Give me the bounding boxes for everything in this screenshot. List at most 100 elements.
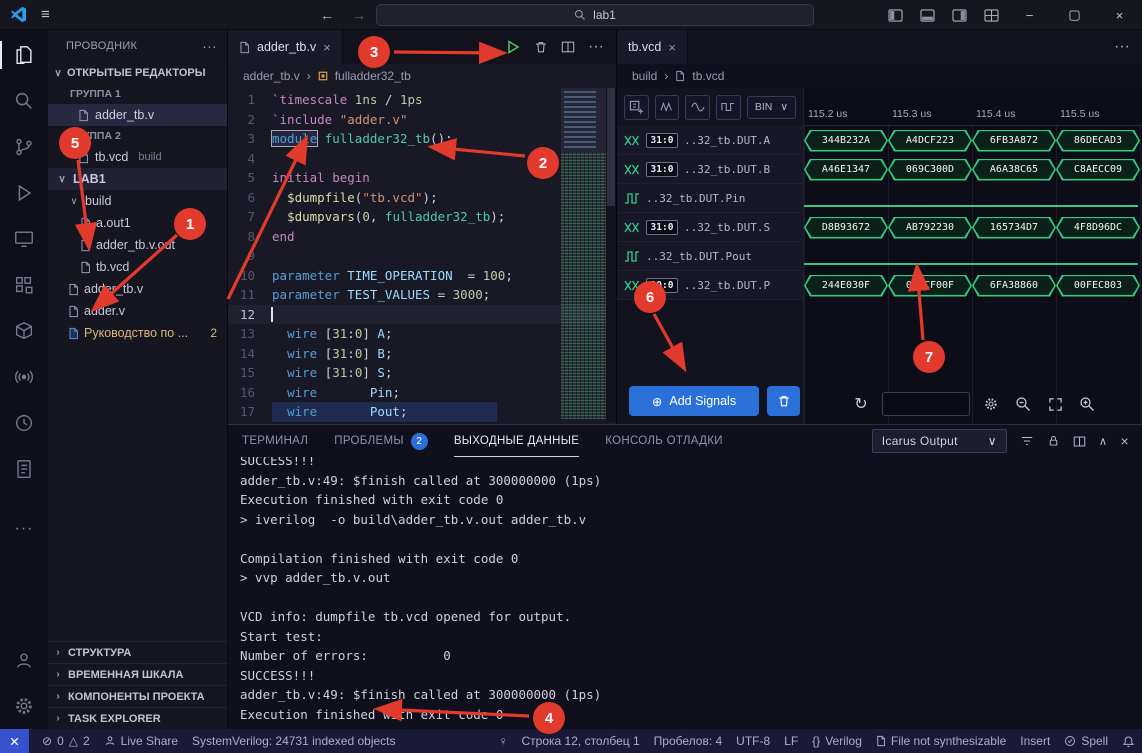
tree-item[interactable]: ∨build	[48, 190, 227, 212]
toggle-panel-icon[interactable]	[911, 0, 943, 30]
close-panel-icon[interactable]: ×	[1121, 433, 1129, 449]
breadcrumb[interactable]: adder_tb.v › fulladder32_tb	[228, 64, 616, 88]
signal-row[interactable]: 31:0..32_tb.DUT.B	[617, 155, 803, 184]
waveform-row[interactable]	[804, 242, 1142, 271]
tab-tb-vcd[interactable]: tb.vcd ×	[617, 30, 688, 64]
menu-hamburger-icon[interactable]: ≡	[41, 6, 50, 23]
panel-tab[interactable]: ТЕРМИНАЛ	[242, 425, 308, 457]
code-line[interactable]: 13 wire [31:0] A;	[228, 324, 616, 344]
code-line[interactable]: 6 $dumpfile("tb.vcd");	[228, 188, 616, 208]
notifications-bell-icon[interactable]	[1115, 729, 1142, 753]
code-line[interactable]: 14 wire [31:0] B;	[228, 344, 616, 364]
output-channel-select[interactable]: Icarus Output ∨	[872, 429, 1007, 453]
editor-more-actions-icon[interactable]: ···	[588, 38, 604, 56]
breadcrumb-symbol[interactable]: fulladder32_tb	[335, 69, 411, 83]
maximize-panel-chevron-icon[interactable]: ∧	[1099, 434, 1108, 448]
live-share-broadcast-icon[interactable]	[0, 354, 48, 400]
tree-item[interactable]: adder_tb.v.out	[48, 234, 227, 256]
run-button[interactable]	[505, 39, 521, 55]
nav-back-icon[interactable]: ←	[320, 7, 334, 23]
nav-forward-icon[interactable]: →	[352, 7, 366, 23]
cursor-position-status[interactable]: Строка 12, столбец 1	[515, 729, 647, 753]
sidebar-section-header[interactable]: ›СТРУКТУРА	[48, 641, 227, 663]
waveform-breadcrumb[interactable]: build › tb.vcd	[617, 64, 1142, 88]
zoom-fit-icon[interactable]	[1044, 393, 1066, 415]
notebook-report-icon[interactable]	[0, 446, 48, 492]
breadcrumb-folder[interactable]: build	[632, 69, 657, 83]
zoom-in-icon[interactable]	[1076, 393, 1098, 415]
account-icon[interactable]	[0, 637, 48, 683]
open-editors-header[interactable]: ∨ ОТКРЫТЫЕ РЕДАКТОРЫ	[48, 62, 227, 84]
ports-status[interactable]: ♀	[492, 729, 515, 753]
add-signal-group-icon[interactable]	[624, 95, 649, 120]
containers-icon[interactable]	[0, 308, 48, 354]
signal-row[interactable]: ..32_tb.DUT.Pin	[617, 184, 803, 213]
tab-close-icon[interactable]: ×	[668, 40, 676, 55]
history-icon[interactable]	[0, 400, 48, 446]
scrollbar-thumb[interactable]	[607, 88, 615, 206]
indentation-status[interactable]: Пробелов: 4	[647, 729, 730, 753]
output-console[interactable]: SUCCESS!!!adder_tb.v:49: $finish called …	[228, 457, 1142, 729]
code-line[interactable]: 16 wire Pin;	[228, 383, 616, 403]
code-line[interactable]: 8end	[228, 227, 616, 247]
indexer-status[interactable]: SystemVerilog: 24731 indexed objects	[185, 729, 402, 753]
problems-status[interactable]: ⊘ 0 △ 2	[35, 729, 97, 753]
panel-tab[interactable]: ВЫХОДНЫЕ ДАННЫЕ	[454, 425, 579, 457]
time-input[interactable]	[882, 392, 970, 416]
minimap-slider[interactable]	[561, 88, 606, 154]
square-wave-icon[interactable]	[716, 95, 741, 120]
code-line[interactable]: 15 wire [31:0] S;	[228, 363, 616, 383]
split-panel-icon[interactable]	[1073, 435, 1086, 448]
split-editor-icon[interactable]	[561, 40, 575, 54]
editor-scrollbar[interactable]	[606, 88, 616, 422]
breadcrumb-file[interactable]: adder_tb.v	[243, 69, 300, 83]
trash-icon[interactable]	[534, 40, 548, 54]
sidebar-section-header[interactable]: ›ВРЕМЕННАЯ ШКАЛА	[48, 663, 227, 685]
tree-item[interactable]: adder.v	[48, 300, 227, 322]
more-views-icon[interactable]: ···	[0, 506, 48, 552]
waveform-row[interactable]: 344B232AA4DCF2236FB3A87286DECAD3	[804, 126, 1142, 155]
remote-indicator[interactable]	[0, 729, 29, 753]
synthesis-status[interactable]: File not synthesizable	[869, 729, 1013, 753]
add-signals-button[interactable]: ⊕ Add Signals	[629, 386, 759, 416]
waveform-row[interactable]: 244E030F049CF00F6FA3886000FEC803	[804, 271, 1142, 300]
lock-scroll-icon[interactable]	[1047, 434, 1060, 448]
zoom-out-icon[interactable]	[1012, 393, 1034, 415]
waveform-row[interactable]: A46E1347069C300DA6A38C65C8AECC09	[804, 155, 1142, 184]
open-editor-item[interactable]: adder_tb.v	[48, 104, 227, 126]
run-debug-icon[interactable]	[0, 170, 48, 216]
code-line[interactable]: 4	[228, 149, 616, 169]
waveform-row[interactable]	[804, 184, 1142, 213]
reload-icon[interactable]: ↻	[850, 393, 872, 415]
explorer-icon[interactable]	[0, 32, 48, 78]
code-line[interactable]: 17 wire Pout;	[228, 402, 616, 422]
panel-tab[interactable]: КОНСОЛЬ ОТЛАДКИ	[605, 425, 723, 457]
tree-item[interactable]: tb.vcd	[48, 256, 227, 278]
window-minimize-button[interactable]: −	[1007, 0, 1052, 30]
radix-select[interactable]: BIN ∨	[747, 96, 796, 119]
sidebar-section-header[interactable]: ›КОМПОНЕНТЫ ПРОЕКТА	[48, 685, 227, 707]
extensions-icon[interactable]	[0, 262, 48, 308]
window-maximize-button[interactable]: ▢	[1052, 0, 1097, 30]
command-center-search[interactable]: lab1	[376, 4, 814, 26]
code-line[interactable]: 3module fulladder32_tb();	[228, 129, 616, 149]
window-close-button[interactable]: ×	[1097, 0, 1142, 30]
encoding-status[interactable]: UTF-8	[729, 729, 777, 753]
code-line[interactable]: 10parameter TIME_OPERATION = 100;	[228, 266, 616, 286]
sidebar-section-header[interactable]: ›TASK EXPLORER	[48, 707, 227, 729]
waveform-canvas[interactable]: 115.2 us115.3 us115.4 us115.5 us 344B232…	[804, 88, 1142, 424]
code-editor[interactable]: 1`timescale 1ns / 1ps2`include "adder.v"…	[228, 88, 616, 424]
code-line[interactable]: 7 $dumpvars(0, fulladder32_tb);	[228, 207, 616, 227]
live-share-status[interactable]: Live Share	[97, 729, 185, 753]
filter-output-icon[interactable]	[1020, 434, 1034, 448]
breadcrumb-file[interactable]: tb.vcd	[692, 69, 724, 83]
code-line[interactable]: 11parameter TEST_VALUES = 3000;	[228, 285, 616, 305]
source-control-icon[interactable]	[0, 124, 48, 170]
eol-status[interactable]: LF	[777, 729, 805, 753]
remote-explorer-icon[interactable]	[0, 216, 48, 262]
explorer-more-actions-icon[interactable]: ···	[202, 38, 217, 54]
code-line[interactable]: 5initial begin	[228, 168, 616, 188]
zigzag-wave-icon[interactable]	[655, 95, 680, 120]
spell-status[interactable]: Spell	[1057, 729, 1115, 753]
toggle-sidebar-icon[interactable]	[879, 0, 911, 30]
